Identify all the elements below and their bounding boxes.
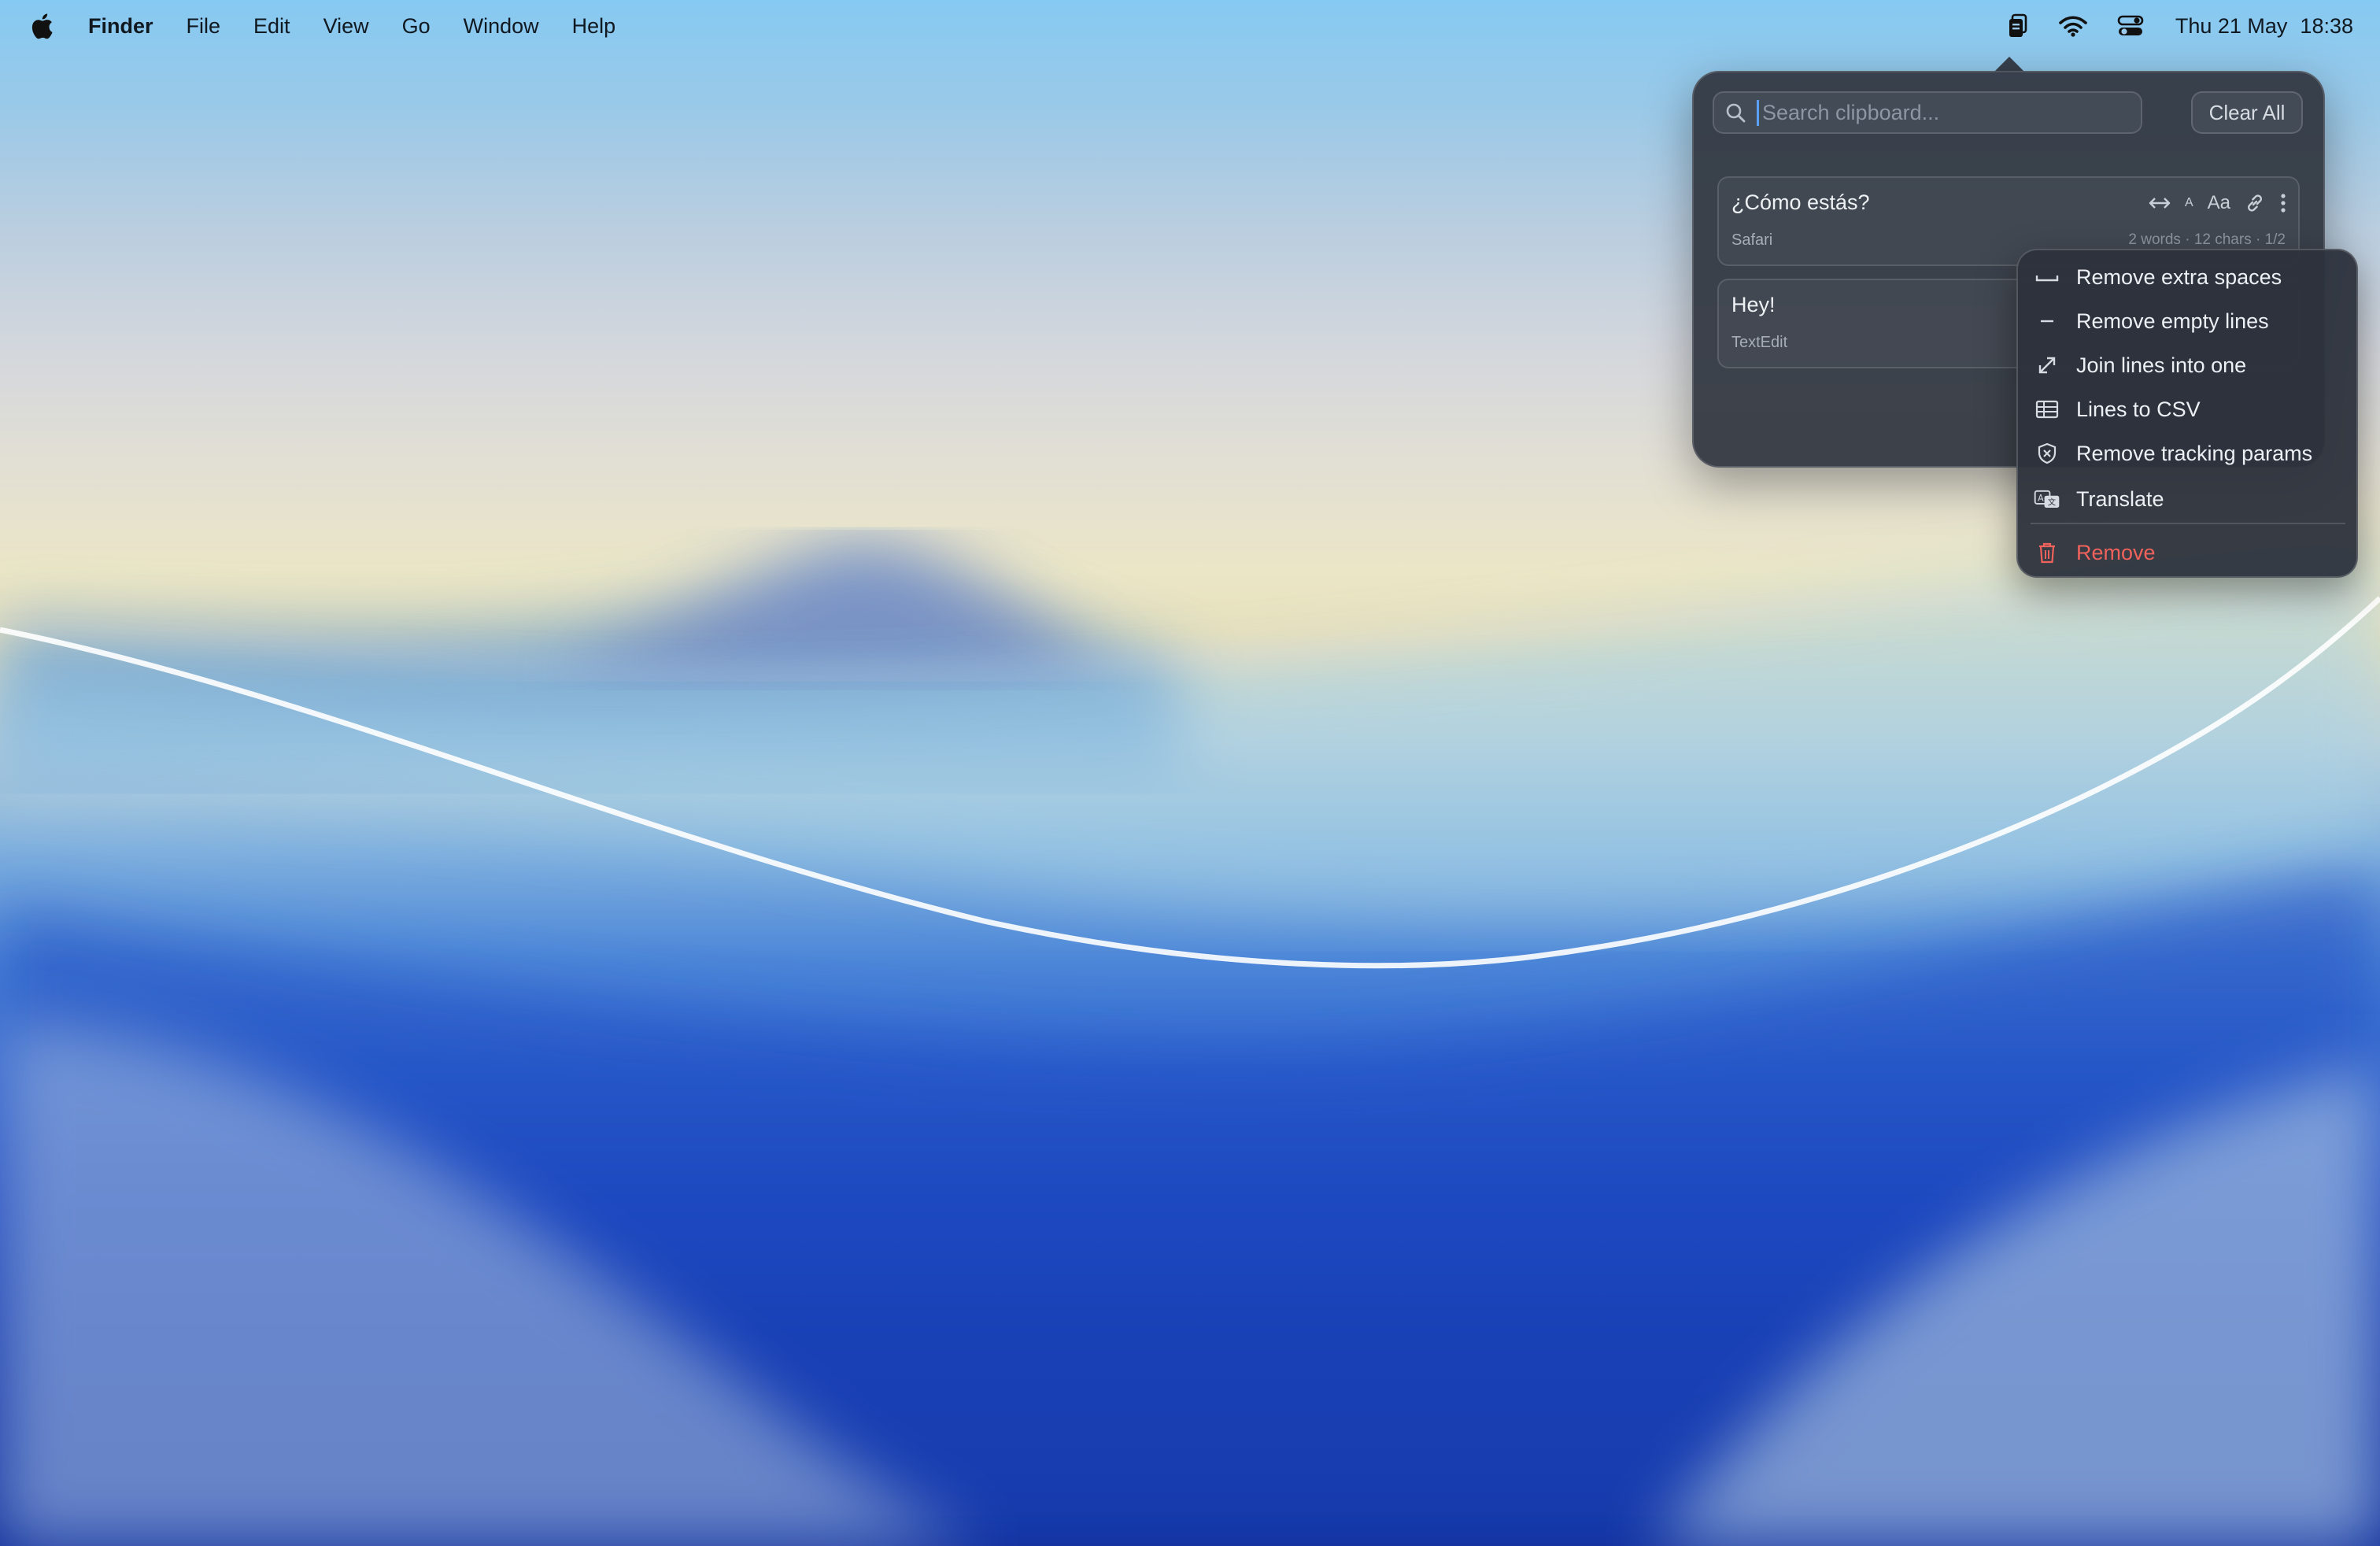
menu-item-label: Lines to CSV [2076,397,2201,421]
translate-icon: A 文 [2034,487,2060,511]
menu-item-label: Remove [2076,540,2156,564]
clear-all-button[interactable]: Clear All [2191,91,2303,134]
clip-text: Hey! [1731,293,1776,316]
apple-menu-icon[interactable] [30,10,57,42]
space-icon [2034,269,2060,285]
menu-separator [2031,523,2345,524]
expand-arrows-icon [2034,354,2060,376]
shield-x-icon [2034,442,2060,464]
menu-help[interactable]: Help [572,14,616,39]
menu-app-name[interactable]: Finder [88,14,153,39]
trim-whitespace-icon[interactable] [2149,195,2171,211]
clip-meta: 2 words · 12 chars · 1/2 [2128,231,2286,248]
menu-item-label: Remove extra spaces [2076,264,2282,289]
trash-icon [2034,542,2060,564]
menu-bar: Finder File Edit View Go Window Help Thu… [0,0,2380,52]
menu-remove-tracking-params[interactable]: Remove tracking params [2034,436,2341,471]
capitalize-button[interactable]: Aa [2208,192,2230,214]
menu-item-label: Join lines into one [2076,353,2247,377]
menu-view[interactable]: View [323,14,369,39]
menu-remove[interactable]: Remove [2034,535,2341,570]
more-options-icon[interactable] [2279,192,2287,214]
popover-arrow [1994,57,2025,72]
menu-item-label: Remove tracking params [2076,441,2313,465]
control-center-icon[interactable] [2117,15,2144,37]
search-input[interactable] [1757,99,2134,126]
menu-remove-extra-spaces[interactable]: Remove extra spaces [2034,260,2341,294]
clip-source: TextEdit [1731,334,1788,351]
svg-text:文: 文 [2048,497,2056,508]
menu-window[interactable]: Window [464,14,539,39]
menu-item-label: Translate [2076,486,2164,511]
menu-remove-empty-lines[interactable]: Remove empty lines [2034,304,2341,338]
menu-lines-to-csv[interactable]: Lines to CSV [2034,392,2341,427]
link-icon[interactable] [2245,193,2265,213]
menu-translate[interactable]: A 文 Translate [2034,482,2341,516]
search-box[interactable] [1713,91,2142,134]
menu-item-label: Remove empty lines [2076,309,2269,333]
menu-file[interactable]: File [187,14,221,39]
item-context-menu: Remove extra spaces Remove empty lines J… [2016,249,2358,578]
menu-go[interactable]: Go [402,14,431,39]
item-actions: A Aa [2134,192,2287,214]
clip-source: Safari [1731,231,1773,249]
menu-clock[interactable]: Thu 21 May 18:38 [2175,14,2353,39]
clip-text: ¿Cómo estás? [1731,190,1870,214]
menu-join-lines[interactable]: Join lines into one [2034,348,2341,383]
clock-time: 18:38 [2300,13,2353,38]
clock-day: Thu 21 May [2175,13,2288,38]
menu-edit[interactable]: Edit [253,14,290,39]
table-icon [2034,399,2060,420]
clipboard-status-icon[interactable] [2007,13,2029,39]
wifi-icon[interactable] [2059,15,2087,37]
svg-text:A: A [2038,494,2044,504]
desktop: Finder File Edit View Go Window Help Thu… [0,0,2380,1546]
dash-icon [2034,313,2060,329]
search-icon [1725,102,1746,123]
lowercase-button[interactable]: A [2185,196,2193,210]
